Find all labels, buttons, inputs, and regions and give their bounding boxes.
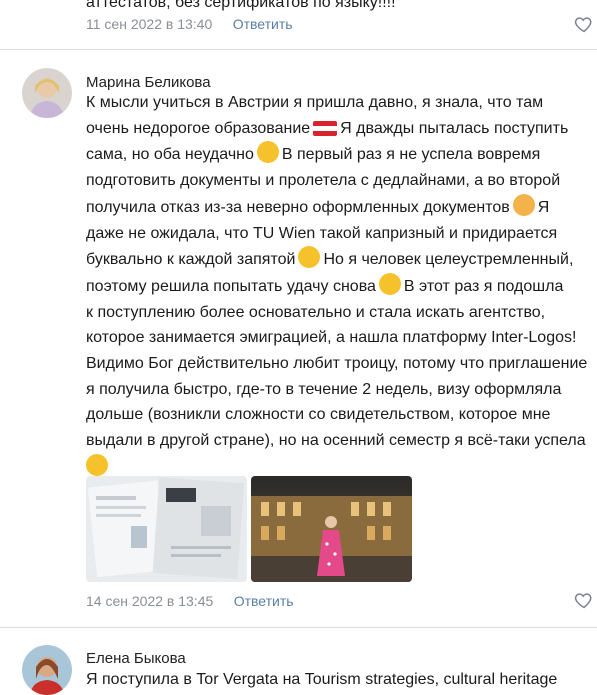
comment-text: Я поступила в Tor Vergata на Tourism str… bbox=[86, 671, 558, 688]
grinning-sweat-emoji-icon bbox=[256, 141, 279, 164]
vienna-street-photo[interactable] bbox=[251, 476, 412, 582]
avatar[interactable] bbox=[22, 645, 72, 695]
crying-face-emoji-icon bbox=[298, 246, 321, 269]
reply-button[interactable]: Ответить bbox=[233, 16, 293, 32]
comment-divider bbox=[0, 49, 597, 50]
austria-flag-icon bbox=[313, 120, 338, 136]
comment-text: К мысли учиться в Австрии я пришла давно… bbox=[86, 90, 587, 481]
comment-meta: 14 сен 2022 в 13:45 Ответить bbox=[86, 593, 294, 611]
comment-author[interactable]: Елена Быкова bbox=[86, 650, 186, 667]
comment-date: 14 сен 2022 в 13:45 bbox=[86, 593, 214, 609]
like-heart-icon[interactable] bbox=[574, 14, 594, 34]
sunglasses-emoji-icon bbox=[86, 453, 108, 476]
top-comment-meta: 11 сен 2022 в 13:40 Ответить bbox=[86, 16, 293, 34]
top-comment-text-tail: аттестатов, без сертификатов по языку!!!… bbox=[86, 0, 396, 11]
comment-date: 11 сен 2022 в 13:40 bbox=[86, 16, 213, 32]
laughing-tears-emoji-icon bbox=[378, 272, 401, 295]
facepalm-woman-emoji-icon bbox=[512, 193, 535, 216]
comment-divider bbox=[0, 627, 597, 628]
comment-author[interactable]: Марина Беликова bbox=[86, 74, 211, 91]
reply-button[interactable]: Ответить bbox=[234, 593, 294, 609]
avatar[interactable] bbox=[22, 68, 72, 118]
like-heart-icon[interactable] bbox=[574, 590, 594, 610]
document-photo[interactable] bbox=[86, 476, 247, 582]
